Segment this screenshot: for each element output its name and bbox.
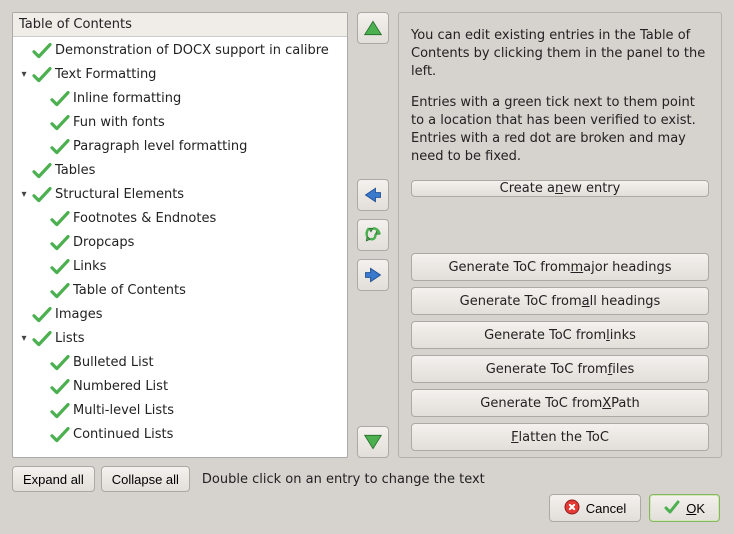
status-check-icon — [31, 66, 53, 84]
tree-item[interactable]: Footnotes & Endnotes — [13, 207, 347, 231]
expand-toggle-icon[interactable]: ▾ — [17, 188, 31, 202]
info-paragraph-1: You can edit existing entries in the Tab… — [411, 27, 709, 82]
tree-item[interactable]: Dropcaps — [13, 231, 347, 255]
tree-item-label: Footnotes & Endnotes — [71, 209, 216, 229]
expand-toggle-icon[interactable]: ▾ — [17, 332, 31, 346]
tree-item[interactable]: Demonstration of DOCX support in calibre — [13, 39, 347, 63]
actions-panel: You can edit existing entries in the Tab… — [398, 12, 722, 458]
tree-item-label: Tables — [53, 161, 95, 181]
ok-button[interactable]: OK — [649, 494, 720, 522]
tree-item[interactable]: Table of Contents — [13, 279, 347, 303]
tree-item[interactable]: ▾ Text Formatting — [13, 63, 347, 87]
tree-item-label: Table of Contents — [71, 281, 186, 301]
outdent-button[interactable] — [357, 179, 389, 211]
cancel-label: Cancel — [586, 501, 626, 516]
tree-item-label: Bulleted List — [71, 353, 154, 373]
status-check-icon — [49, 282, 71, 300]
status-check-icon — [31, 330, 53, 348]
tree-header: Table of Contents — [13, 13, 347, 37]
generate-links-button[interactable]: Generate ToC from links — [411, 321, 709, 349]
tree-item[interactable]: Paragraph level formatting — [13, 135, 347, 159]
status-check-icon — [49, 210, 71, 228]
status-check-icon — [49, 138, 71, 156]
generate-all-headings-button[interactable]: Generate ToC from all headings — [411, 287, 709, 315]
expand-all-button[interactable]: Expand all — [12, 466, 95, 492]
info-paragraph-2: Entries with a green tick next to them p… — [411, 94, 709, 167]
status-check-icon — [49, 258, 71, 276]
tree-item-label: Numbered List — [71, 377, 168, 397]
footer-hint: Double click on an entry to change the t… — [196, 472, 485, 487]
tree-item-label: Continued Lists — [71, 425, 173, 445]
expand-toggle-icon[interactable]: ▾ — [17, 68, 31, 82]
tree-item-label: Paragraph level formatting — [71, 137, 247, 157]
tree-item-label: Demonstration of DOCX support in calibre — [53, 41, 329, 61]
toc-tree-panel: Table of Contents Demonstration of DOCX … — [12, 12, 348, 458]
tree-item[interactable]: Tables — [13, 159, 347, 183]
reorder-button-column — [354, 12, 392, 458]
status-check-icon — [49, 114, 71, 132]
move-up-button[interactable] — [357, 12, 389, 44]
tree-item[interactable]: Continued Lists — [13, 423, 347, 447]
generate-major-headings-button[interactable]: Generate ToC from major headings — [411, 253, 709, 281]
tree-body[interactable]: Demonstration of DOCX support in calibre… — [13, 37, 347, 457]
ok-icon — [664, 499, 680, 518]
status-check-icon — [31, 306, 53, 324]
indent-button[interactable] — [357, 259, 389, 291]
status-check-icon — [49, 426, 71, 444]
tree-item-label: Links — [71, 257, 106, 277]
status-check-icon — [49, 234, 71, 252]
generate-xpath-button[interactable]: Generate ToC from XPath — [411, 389, 709, 417]
collapse-all-button[interactable]: Collapse all — [101, 466, 190, 492]
move-down-button[interactable] — [357, 426, 389, 458]
status-check-icon — [31, 186, 53, 204]
tree-item-label: Text Formatting — [53, 65, 156, 85]
status-check-icon — [31, 162, 53, 180]
tree-item-label: Fun with fonts — [71, 113, 165, 133]
status-check-icon — [49, 90, 71, 108]
tree-item-label: Lists — [53, 329, 85, 349]
tree-item-label: Structural Elements — [53, 185, 184, 205]
tree-item[interactable]: Bulleted List — [13, 351, 347, 375]
tree-item[interactable]: Links — [13, 255, 347, 279]
tree-item[interactable]: Fun with fonts — [13, 111, 347, 135]
tree-item[interactable]: Numbered List — [13, 375, 347, 399]
tree-item[interactable]: ▾ Structural Elements — [13, 183, 347, 207]
status-check-icon — [49, 402, 71, 420]
tree-item[interactable]: ▾ Lists — [13, 327, 347, 351]
tree-item-label: Multi-level Lists — [71, 401, 174, 421]
tree-item-label: Dropcaps — [71, 233, 134, 253]
tree-item-label: Images — [53, 305, 103, 325]
status-check-icon — [49, 378, 71, 396]
info-text: You can edit existing entries in the Tab… — [411, 27, 709, 166]
dialog-button-row: Cancel OK — [549, 494, 720, 522]
create-new-entry-button[interactable]: Create a new entry — [411, 180, 709, 197]
generate-files-button[interactable]: Generate ToC from files — [411, 355, 709, 383]
flatten-toc-button[interactable]: Flatten the ToC — [411, 423, 709, 451]
status-check-icon — [49, 354, 71, 372]
status-check-icon — [31, 42, 53, 60]
tree-item[interactable]: Inline formatting — [13, 87, 347, 111]
cancel-button[interactable]: Cancel — [549, 494, 641, 522]
tree-item-label: Inline formatting — [71, 89, 181, 109]
tree-item[interactable]: Images — [13, 303, 347, 327]
footer-row: Expand all Collapse all Double click on … — [12, 466, 722, 492]
recycle-button[interactable] — [357, 219, 389, 251]
cancel-icon — [564, 499, 580, 518]
tree-item[interactable]: Multi-level Lists — [13, 399, 347, 423]
